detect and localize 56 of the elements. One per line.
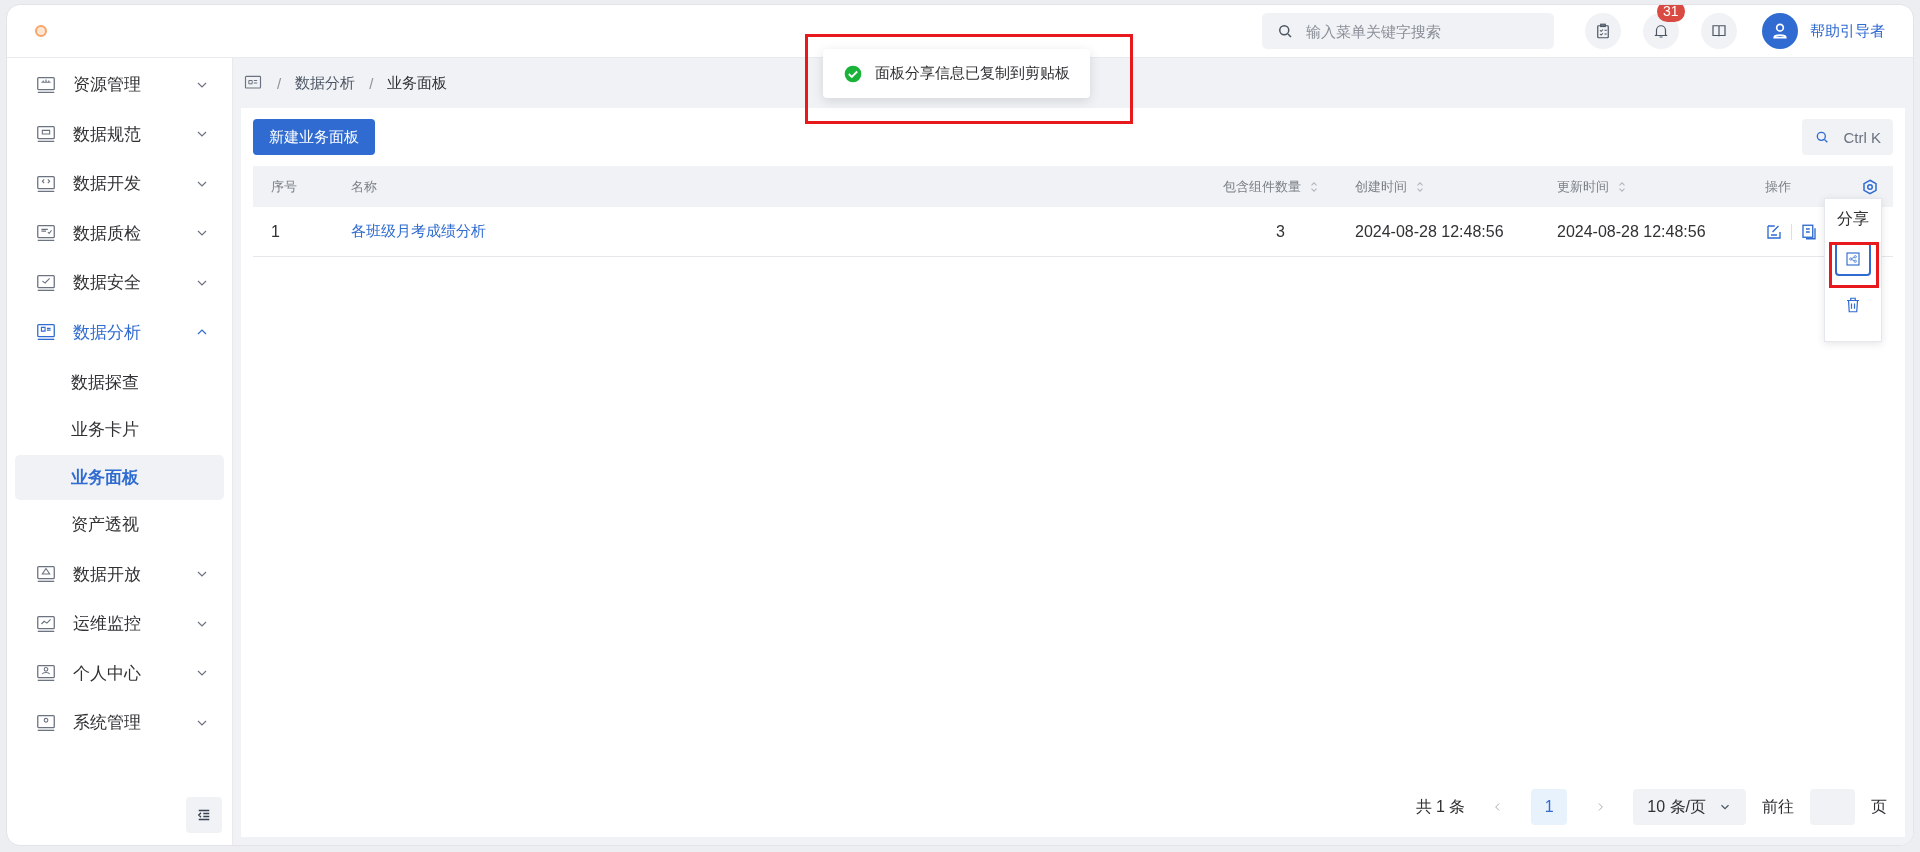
clipboard-button[interactable] xyxy=(1585,13,1621,49)
column-header: 包含组件数量 xyxy=(1223,177,1301,196)
breadcrumb-item[interactable]: 数据分析 xyxy=(295,73,356,93)
total-count: 共 1 条 xyxy=(1415,796,1466,817)
sidebar-menu-item[interactable]: 数据开放 xyxy=(15,549,224,599)
menu-search-field[interactable]: 输入菜单关键字搜索 xyxy=(1262,13,1554,49)
sidebar-menu-item[interactable]: 数据安全 xyxy=(15,258,224,308)
sidebar-submenu-item[interactable]: 业务卡片 xyxy=(15,407,224,452)
clipboard-icon xyxy=(1594,22,1612,40)
notification-badge: 31 xyxy=(1657,5,1685,22)
column-header: 操作 xyxy=(1765,177,1791,196)
page-number[interactable]: 1 xyxy=(1531,789,1568,825)
sidebar-menu-item[interactable]: 运维监控 xyxy=(15,599,224,649)
column-header: 名称 xyxy=(351,177,377,196)
table-cell: 2024-08-28 12:48:56 xyxy=(1355,222,1504,241)
goto-label: 前往 xyxy=(1762,796,1794,817)
sidebar-submenu-item[interactable]: 资产透视 xyxy=(15,502,224,547)
sidebar-menu-item[interactable]: 数据分析 xyxy=(15,307,224,357)
table-cell: 1 xyxy=(271,222,280,241)
copy-icon[interactable] xyxy=(1800,222,1818,241)
sidebar-submenu-item[interactable]: 数据探查 xyxy=(15,359,224,405)
breadcrumb-separator: / xyxy=(369,74,374,92)
page-size-select[interactable]: 10 条/页 xyxy=(1633,789,1746,825)
logo-icon xyxy=(35,25,47,37)
book-button[interactable] xyxy=(1701,13,1737,49)
check-circle-icon xyxy=(843,63,863,84)
breadcrumb-separator: / xyxy=(277,74,282,92)
share-icon xyxy=(1844,250,1862,268)
column-header: 更新时间 xyxy=(1557,177,1609,196)
column-header: 序号 xyxy=(271,177,297,196)
bell-icon xyxy=(1652,22,1670,40)
table-cell: 3 xyxy=(1276,222,1285,241)
highlight-frame xyxy=(1829,242,1879,288)
search-icon xyxy=(1276,22,1294,40)
sidebar-menu-item[interactable]: 个人中心 xyxy=(15,648,224,698)
breadcrumb-item: 业务面板 xyxy=(387,73,448,93)
sidebar-menu-item[interactable]: 数据开发 xyxy=(15,159,224,209)
toast-message: 面板分享信息已复制到剪贴板 xyxy=(875,64,1070,83)
tooltip-text: 分享 xyxy=(1837,209,1869,229)
trash-icon xyxy=(1844,296,1862,314)
sidebar-menu-item[interactable]: 数据规范 xyxy=(15,109,224,159)
sidebar-menu-item[interactable]: 资源管理 xyxy=(15,60,224,110)
sidebar-menu-item[interactable]: 系统管理 xyxy=(15,698,224,748)
dashboard-name-link[interactable]: 各班级月考成绩分析 xyxy=(351,222,486,241)
avatar-icon[interactable] xyxy=(1762,13,1798,49)
column-header: 创建时间 xyxy=(1355,177,1407,196)
search-shortcut-button[interactable]: Ctrl K xyxy=(1801,119,1893,155)
collapse-sidebar-button[interactable] xyxy=(186,797,222,833)
user-name-link[interactable]: 帮助引导者 xyxy=(1810,21,1885,41)
page-suffix: 页 xyxy=(1871,796,1887,817)
sidebar-menu-item[interactable]: 数据质检 xyxy=(15,208,224,258)
settings-icon[interactable] xyxy=(1861,178,1879,196)
new-dashboard-button[interactable]: 新建业务面板 xyxy=(253,119,375,155)
table-cell: 2024-08-28 12:48:56 xyxy=(1557,222,1706,241)
edit-icon[interactable] xyxy=(1765,222,1783,241)
sidebar-submenu-item[interactable]: 业务面板 xyxy=(15,454,224,500)
